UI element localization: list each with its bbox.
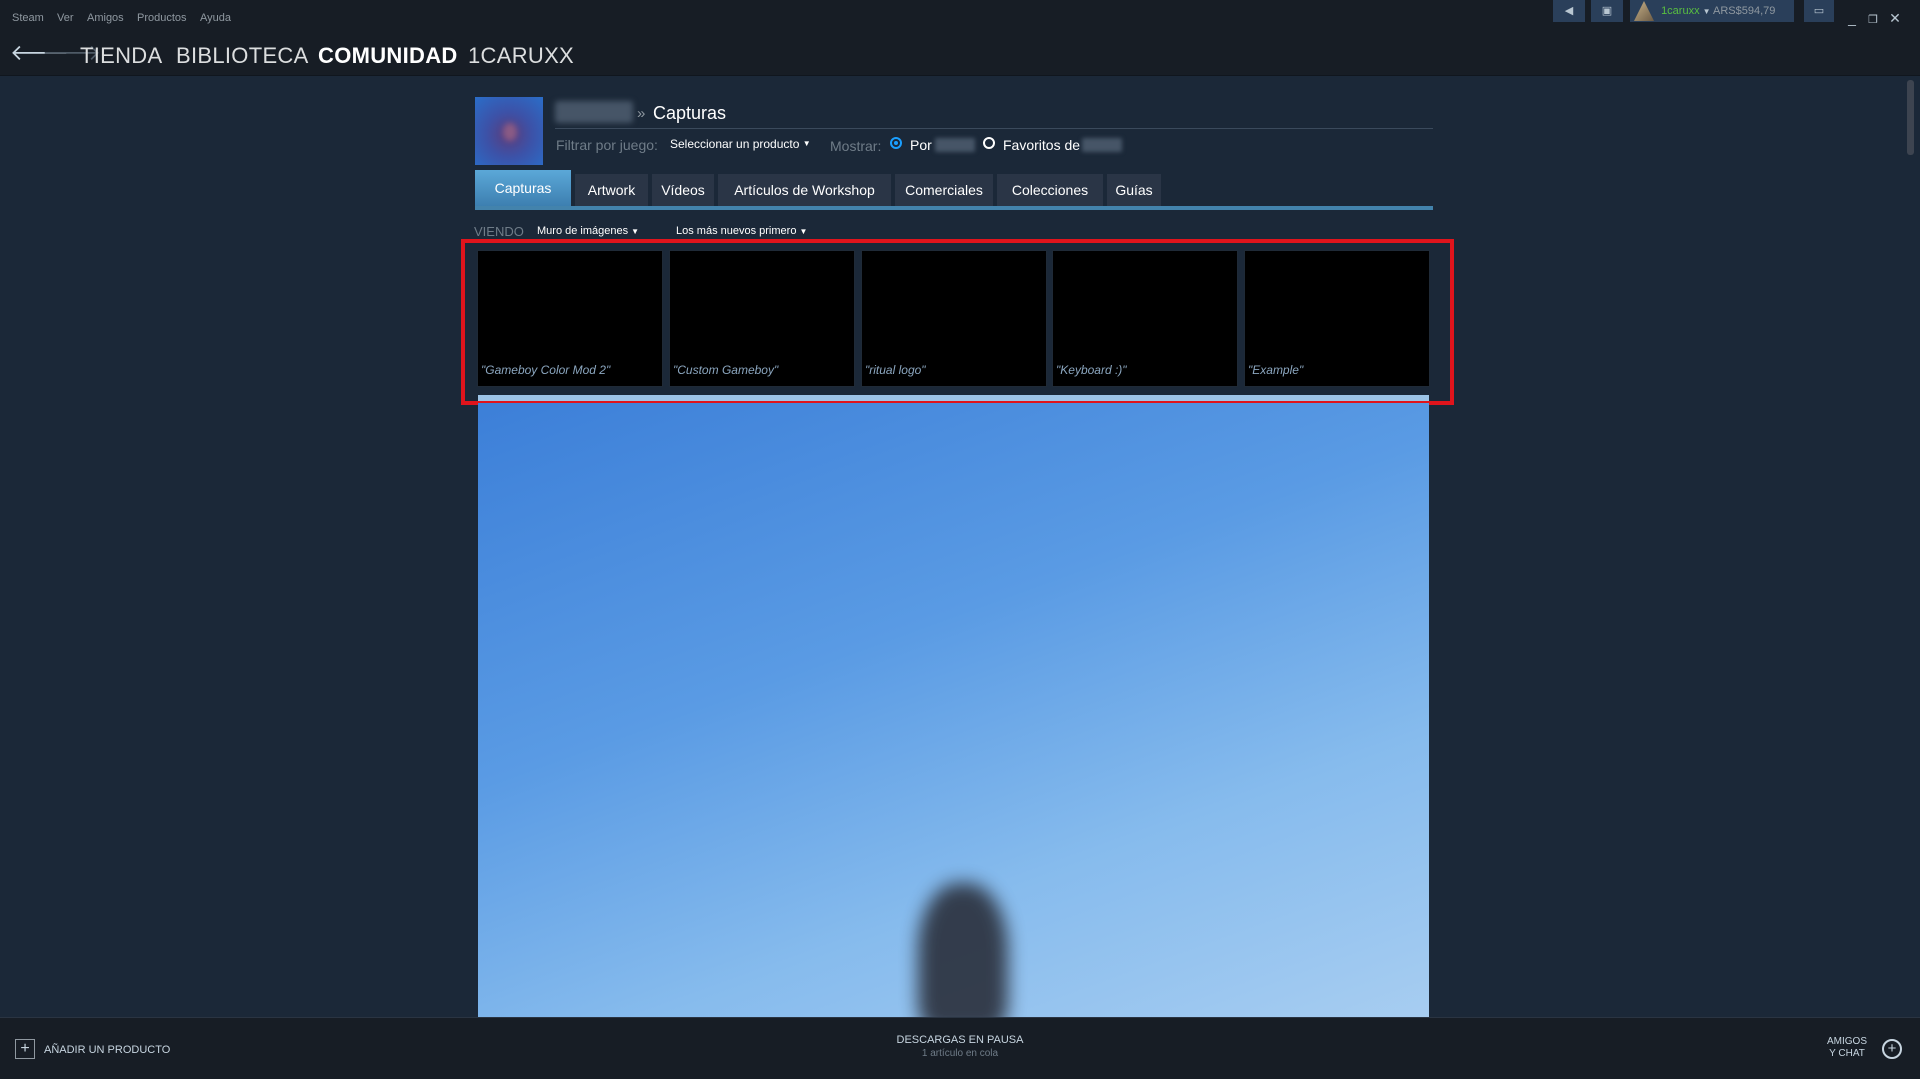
- add-friend-icon[interactable]: +: [1882, 1039, 1902, 1059]
- viewing-label: VIENDO: [474, 224, 524, 239]
- blurred-name: [935, 138, 975, 152]
- nav-tienda[interactable]: TIENDA: [80, 43, 162, 69]
- megaphone-icon: ◀: [1564, 5, 1574, 17]
- minimize-icon[interactable]: _: [1843, 10, 1861, 26]
- inbox-icon: ▣: [1601, 5, 1613, 17]
- view-mode-value: Muro de imágenes: [537, 225, 629, 237]
- nav-biblioteca[interactable]: BIBLIOTECA: [176, 43, 309, 69]
- divider: [555, 128, 1433, 129]
- radio-by-user[interactable]: [890, 137, 902, 149]
- breadcrumb-separator: »: [637, 105, 646, 122]
- tab-guias[interactable]: Guías: [1107, 174, 1161, 206]
- tab-comerciales[interactable]: Comerciales: [895, 174, 993, 206]
- friends-chat-button[interactable]: AMIGOS Y CHAT: [1827, 1036, 1867, 1060]
- account-menu-button[interactable]: 1caruxx ▼ ARS$594,79: [1630, 0, 1794, 22]
- tab-bar: Capturas Artwork Vídeos Artículos de Wor…: [475, 170, 1433, 210]
- wallet-balance: ARS$594,79: [1713, 5, 1776, 17]
- sort-value: Los más nuevos primero: [676, 225, 797, 237]
- profile-header: » Capturas Filtrar por juego: Selecciona…: [475, 97, 1433, 165]
- menu-bar: Steam Ver Amigos Productos Ayuda ◀ ▣ 1ca…: [0, 0, 1920, 34]
- view-mode-dropdown[interactable]: Muro de imágenes ▼: [537, 225, 639, 237]
- radio-by-label: Por: [910, 137, 932, 153]
- nav-bar: 🡐 🡒 TIENDA BIBLIOTECA COMUNIDAD 1CARUXX: [0, 34, 1920, 76]
- big-picture-button[interactable]: ▭: [1804, 0, 1834, 22]
- nav-comunidad[interactable]: COMUNIDAD: [318, 43, 458, 69]
- chevron-down-icon: ▼: [631, 227, 640, 236]
- blurred-figure: [918, 883, 1008, 1017]
- tab-capturas[interactable]: Capturas: [475, 170, 571, 206]
- show-label: Mostrar:: [830, 138, 882, 154]
- profile-avatar[interactable]: [475, 97, 543, 165]
- chevron-down-icon: ▼: [802, 139, 811, 148]
- notifications-button[interactable]: ▣: [1591, 0, 1623, 22]
- bottom-bar: + AÑADIR UN PRODUCTO DESCARGAS EN PAUSA …: [0, 1017, 1920, 1079]
- screenshot-large[interactable]: [478, 403, 1429, 1017]
- avatar: [1634, 1, 1654, 21]
- menu-ayuda[interactable]: Ayuda: [200, 12, 231, 24]
- chevron-down-icon: ▼: [799, 227, 808, 236]
- nav-profile[interactable]: 1CARUXX: [468, 43, 574, 69]
- chevron-down-icon: ▼: [1702, 7, 1711, 16]
- tab-colecciones[interactable]: Colecciones: [997, 174, 1103, 206]
- page-title: Capturas: [653, 103, 727, 123]
- downloads-status[interactable]: DESCARGAS EN PAUSA: [0, 1034, 1920, 1046]
- close-icon[interactable]: ✕: [1886, 10, 1904, 27]
- scrollbar[interactable]: [1907, 80, 1914, 155]
- friends-label-line1: AMIGOS: [1826, 1036, 1867, 1047]
- tab-videos[interactable]: Vídeos: [652, 174, 714, 206]
- radio-favorites-label: Favoritos de: [1003, 137, 1081, 153]
- screen-icon: ▭: [1813, 5, 1825, 17]
- account-username: 1caruxx: [1661, 5, 1700, 17]
- tab-underline: [475, 206, 1433, 210]
- game-filter-dropdown[interactable]: Seleccionar un producto ▼: [670, 137, 811, 151]
- highlight-annotation-box: [461, 239, 1454, 405]
- restore-icon[interactable]: ❐: [1864, 13, 1882, 26]
- menu-ver[interactable]: Ver: [57, 12, 74, 24]
- blurred-name: [1082, 138, 1122, 152]
- game-filter-value: Seleccionar un producto: [670, 137, 800, 151]
- filter-label: Filtrar por juego:: [556, 137, 658, 153]
- sort-dropdown[interactable]: Los más nuevos primero ▼: [676, 225, 807, 237]
- tab-workshop[interactable]: Artículos de Workshop: [718, 174, 891, 206]
- menu-amigos[interactable]: Amigos: [87, 12, 124, 24]
- radio-favorites[interactable]: [983, 137, 995, 149]
- menu-productos[interactable]: Productos: [137, 12, 187, 24]
- announcements-button[interactable]: ◀: [1553, 0, 1585, 22]
- profile-name-blurred[interactable]: [555, 101, 633, 123]
- menu-steam[interactable]: Steam: [12, 12, 44, 24]
- tab-artwork[interactable]: Artwork: [575, 174, 648, 206]
- downloads-queue-count: 1 artículo en cola: [921, 1048, 999, 1059]
- friends-label-line2: Y CHAT: [1829, 1048, 1865, 1059]
